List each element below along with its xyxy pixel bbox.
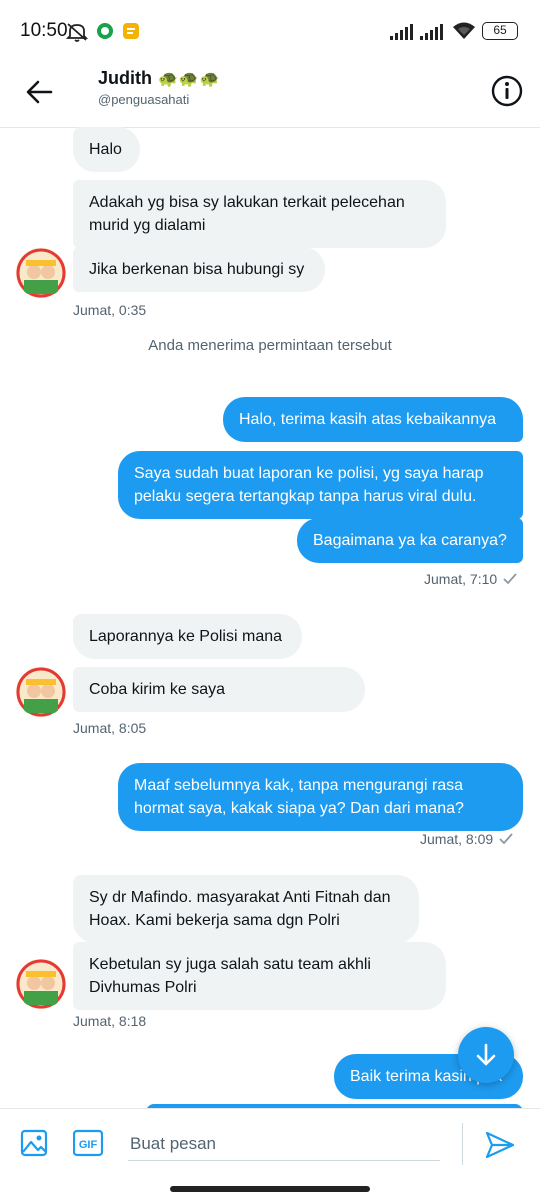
status-bar: 10:50 65 xyxy=(0,0,540,62)
signal-icon-2 xyxy=(420,24,444,45)
message-incoming[interactable]: Laporannya ke Polisi mana xyxy=(73,614,302,659)
message-incoming[interactable]: Adakah yg bisa sy lakukan terkait pelece… xyxy=(73,180,446,248)
timestamp: Jumat, 0:35 xyxy=(73,302,147,318)
contact-handle: @penguasahati xyxy=(98,92,190,107)
sent-check-icon xyxy=(499,833,513,845)
battery-icon: 65 xyxy=(482,22,518,40)
info-button[interactable] xyxy=(490,74,524,108)
contact-name: Judith xyxy=(98,68,152,88)
add-image-button[interactable] xyxy=(20,1129,48,1157)
message-incoming[interactable]: Jika berkenan bisa hubungi sy xyxy=(73,247,325,292)
avatar[interactable] xyxy=(16,959,66,1009)
name-emoji: 🐢🐢🐢 xyxy=(158,70,221,88)
message-incoming[interactable]: Kebetulan sy juga salah satu team akhli … xyxy=(73,942,446,1010)
timestamp: Jumat, 8:18 xyxy=(73,1013,147,1029)
gesture-nav-bar[interactable] xyxy=(170,1186,370,1192)
avatar[interactable] xyxy=(16,248,66,298)
conversation-header: Judith 🐢🐢🐢 @penguasahati xyxy=(0,62,540,128)
message-incoming[interactable]: Sy dr Mafindo. masyarakat Anti Fitnah da… xyxy=(73,875,419,943)
app-notification-icon-2 xyxy=(122,22,140,45)
info-icon xyxy=(491,75,523,107)
message-outgoing[interactable]: Saya sudah buat laporan ke polisi, yg sa… xyxy=(118,451,523,519)
wifi-icon xyxy=(452,22,476,45)
message-composer: GIF xyxy=(0,1108,540,1178)
timestamp: Jumat, 8:05 xyxy=(73,720,147,736)
send-button[interactable] xyxy=(484,1129,516,1161)
header-name-row[interactable]: Judith 🐢🐢🐢 xyxy=(98,68,221,89)
composer-divider xyxy=(462,1123,463,1165)
request-notice: Anda menerima permintaan tersebut xyxy=(148,337,392,354)
image-icon xyxy=(20,1129,48,1157)
message-incoming[interactable]: Coba kirim ke saya xyxy=(73,667,365,712)
back-button[interactable] xyxy=(24,76,56,108)
avatar[interactable] xyxy=(16,667,66,717)
send-icon xyxy=(485,1131,515,1159)
arrow-down-icon xyxy=(476,1043,496,1066)
signal-icon xyxy=(390,24,414,45)
message-meta: Jumat, 8:09 xyxy=(420,831,513,847)
message-outgoing[interactable]: Maaf sebelumnya kak, tanpa mengurangi ra… xyxy=(118,763,523,831)
gif-icon: GIF xyxy=(72,1129,104,1157)
status-time: 10:50 xyxy=(20,20,68,41)
back-arrow-icon xyxy=(26,80,53,104)
app-notification-icon xyxy=(96,22,114,45)
add-gif-button[interactable]: GIF xyxy=(72,1129,104,1157)
timestamp: Jumat, 8:09 xyxy=(420,831,494,847)
timestamp: Jumat, 7:10 xyxy=(424,571,498,587)
sent-check-icon xyxy=(503,573,517,585)
message-incoming[interactable]: Halo xyxy=(73,127,140,172)
gif-label: GIF xyxy=(79,1139,98,1151)
mute-icon xyxy=(65,22,89,47)
message-outgoing[interactable]: Bagaimana ya ka caranya? xyxy=(297,518,523,563)
message-outgoing[interactable]: Halo, terima kasih atas kebaikannya xyxy=(223,397,523,442)
message-input[interactable] xyxy=(128,1127,440,1161)
scroll-to-bottom-button[interactable] xyxy=(458,1027,514,1083)
message-meta: Jumat, 7:10 xyxy=(424,571,517,587)
